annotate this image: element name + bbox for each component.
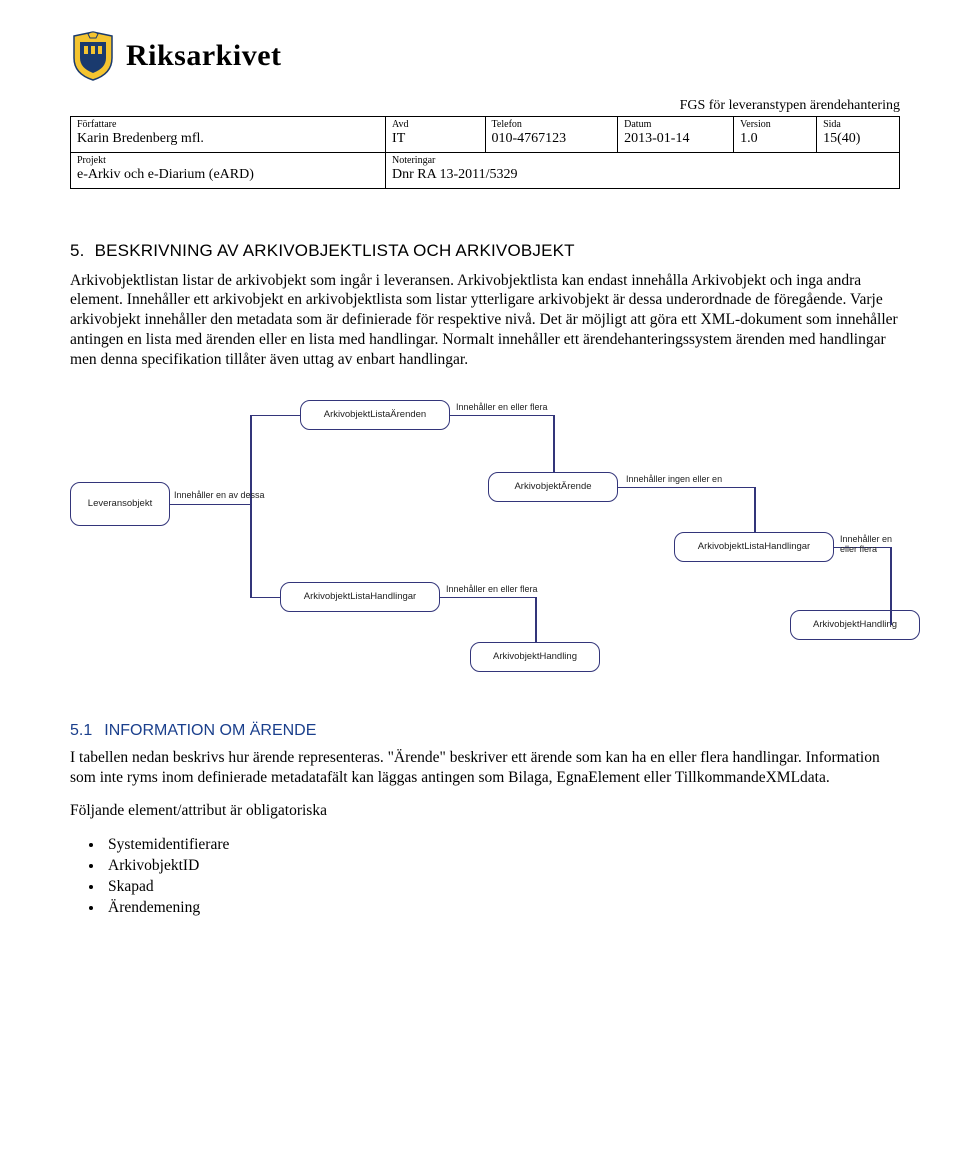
- diagram-box-lista-handlingar-l: ArkivobjektListaHandlingar: [280, 582, 440, 612]
- meta-project: Projekt e-Arkiv och e-Diarium (eARD): [71, 152, 386, 188]
- meta-notes-value: Dnr RA 13-2011/5329: [392, 167, 517, 182]
- crest-icon: [70, 30, 116, 82]
- meta-version: Version 1.0: [734, 117, 817, 153]
- page-supertitle: FGS för leveranstypen ärendehantering: [70, 98, 900, 114]
- list-item: Systemidentifierare: [104, 835, 900, 856]
- diagram-line: [535, 597, 537, 642]
- diagram-box-lista-arenden: ArkivobjektListaÄrenden: [300, 400, 450, 430]
- diagram-line: [250, 415, 252, 598]
- meta-phone-label: Telefon: [492, 119, 612, 130]
- section-5-body: Arkivobjektlistan listar de arkivobjekt …: [70, 271, 900, 370]
- meta-table: Författare Karin Bredenberg mfl. Avd IT …: [70, 116, 900, 189]
- diagram-box-handling-r: ArkivobjektHandling: [790, 610, 920, 640]
- meta-date-value: 2013-01-14: [624, 131, 689, 146]
- diagram-label-2: Innehåller en eller flera: [456, 402, 548, 412]
- section-5-title: BESKRIVNING AV ARKIVOBJEKTLISTA OCH ARKI…: [95, 241, 575, 260]
- diagram-line: [170, 504, 250, 506]
- meta-author: Författare Karin Bredenberg mfl.: [71, 117, 386, 153]
- diagram-line: [250, 415, 300, 417]
- section-51-num: 5.1: [70, 722, 92, 739]
- meta-version-label: Version: [740, 119, 810, 130]
- section-51-title: INFORMATION OM ÄRENDE: [104, 722, 316, 739]
- meta-author-label: Författare: [77, 119, 379, 130]
- meta-page: Sida 15(40): [817, 117, 900, 153]
- list-item: ArkivobjektID: [104, 856, 900, 877]
- diagram-box-handling-l: ArkivobjektHandling: [470, 642, 600, 672]
- meta-dept-label: Avd: [392, 119, 478, 130]
- obligatory-list: Systemidentifierare ArkivobjektID Skapad…: [104, 835, 900, 919]
- diagram-line: [754, 487, 756, 532]
- meta-version-value: 1.0: [740, 131, 758, 146]
- section-5-num: 5.: [70, 241, 85, 260]
- meta-project-label: Projekt: [77, 155, 379, 166]
- diagram-label-1: Innehåller en av dessa: [174, 490, 265, 500]
- diagram-box-leveransobjekt: Leveransobjekt: [70, 482, 170, 526]
- section-5-heading: 5. BESKRIVNING AV ARKIVOBJEKTLISTA OCH AR…: [70, 241, 900, 261]
- list-item: Skapad: [104, 877, 900, 898]
- org-name: Riksarkivet: [126, 39, 282, 73]
- diagram-box-arende: ArkivobjektÄrende: [488, 472, 618, 502]
- meta-page-label: Sida: [823, 119, 893, 130]
- diagram-line: [890, 547, 892, 625]
- meta-page-value: 15(40): [823, 131, 860, 146]
- diagram-line: [250, 597, 280, 599]
- meta-date-label: Datum: [624, 119, 727, 130]
- org-logo: Riksarkivet: [70, 30, 282, 82]
- diagram-line: [450, 415, 553, 417]
- header-logo-row: Riksarkivet: [70, 30, 900, 82]
- diagram-line: [553, 415, 555, 472]
- diagram-line: [618, 487, 754, 489]
- diagram-label-3: Innehåller ingen eller en: [626, 474, 722, 484]
- diagram-label-5: Innehåller en eller flera: [446, 584, 538, 594]
- section-51-p1: I tabellen nedan beskrivs hur ärende rep…: [70, 748, 900, 788]
- meta-notes: Noteringar Dnr RA 13-2011/5329: [386, 152, 900, 188]
- meta-phone-value: 010-4767123: [492, 131, 567, 146]
- meta-date: Datum 2013-01-14: [618, 117, 734, 153]
- section-51-heading: 5.1 INFORMATION OM ÄRENDE: [70, 722, 900, 740]
- diagram-label-4: Innehåller en eller flera: [840, 534, 900, 554]
- list-item: Ärendemening: [104, 898, 900, 919]
- meta-notes-label: Noteringar: [392, 155, 893, 166]
- diagram: Leveransobjekt ArkivobjektListaÄrenden A…: [70, 392, 900, 682]
- diagram-box-lista-handlingar-r: ArkivobjektListaHandlingar: [674, 532, 834, 562]
- meta-author-value: Karin Bredenberg mfl.: [77, 131, 204, 146]
- meta-project-value: e-Arkiv och e-Diarium (eARD): [77, 167, 254, 182]
- diagram-line: [440, 597, 535, 599]
- meta-dept: Avd IT: [386, 117, 485, 153]
- section-51-p2: Följande element/attribut är obligatoris…: [70, 801, 900, 821]
- meta-phone: Telefon 010-4767123: [485, 117, 618, 153]
- meta-dept-value: IT: [392, 131, 405, 146]
